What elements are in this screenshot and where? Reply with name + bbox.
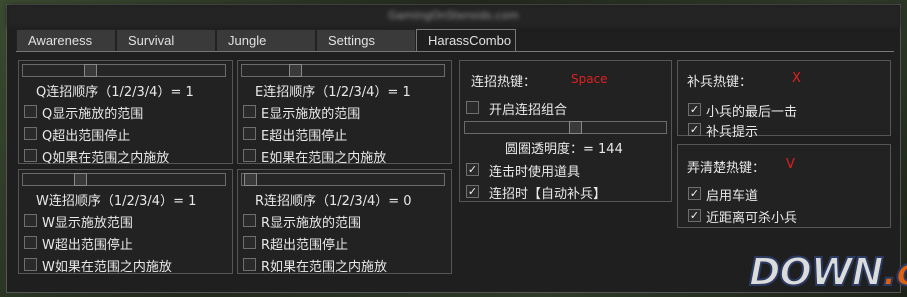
lasthit-hotkey-value[interactable]: X: [792, 71, 801, 86]
down-cc-watermark: DOWN.cc: [748, 249, 907, 295]
lasthit-hint-label: 补兵提示: [706, 125, 759, 140]
auto-lasthit-label: 连招时【自动补兵】: [489, 187, 607, 202]
q-stop-out-range-label: Q超出范围停止: [42, 129, 131, 144]
r-stop-out-range-checkbox[interactable]: [243, 236, 256, 249]
circle-opacity-slider-thumb[interactable]: [569, 121, 582, 134]
w-show-range-checkbox[interactable]: [24, 214, 37, 227]
near-killable-checkbox[interactable]: ✓: [688, 209, 701, 222]
q-stop-out-range-checkbox[interactable]: [24, 127, 37, 140]
tab-survival[interactable]: Survival: [116, 29, 216, 51]
q-panel: Q连招顺序（1/2/3/4）= 1 Q显示施放的范围 Q超出范围停止 Q如果在范…: [18, 60, 233, 166]
q-order-label: Q连招顺序（1/2/3/4）= 1: [36, 85, 194, 100]
window-title: GamingOnSteroids.com: [7, 5, 900, 27]
last-hit-minion-label: 小兵的最后一击: [706, 105, 798, 120]
q-order-slider[interactable]: [22, 64, 226, 77]
q-show-range-label: Q显示施放的范围: [42, 107, 144, 122]
r-order-slider-thumb[interactable]: [244, 173, 257, 186]
auto-lasthit-checkbox[interactable]: ✓: [466, 185, 479, 198]
tab-settings[interactable]: Settings: [316, 29, 416, 51]
r-cast-in-range-label: R如果在范围之内施放: [261, 260, 388, 275]
watermark-main: DOWN: [748, 249, 885, 295]
lasthit-hotkey-label: 补兵热键：: [687, 75, 753, 90]
q-show-range-checkbox[interactable]: [24, 105, 37, 118]
combo-hotkey-value[interactable]: Space: [571, 72, 608, 86]
enable-combo-checkbox[interactable]: [466, 101, 479, 114]
enable-lane-checkbox[interactable]: ✓: [688, 187, 701, 200]
w-cast-in-range-label: W如果在范围之内施放: [42, 260, 172, 275]
lasthit-hint-checkbox[interactable]: ✓: [688, 123, 701, 136]
tab-jungle[interactable]: Jungle: [216, 29, 316, 51]
enable-combo-label: 开启连招组合: [489, 103, 568, 118]
tab-bar: Awareness Survival Jungle Settings Haras…: [16, 29, 516, 51]
use-items-label: 连击时使用道具: [489, 165, 581, 180]
laneclear-hotkey-label: 弄清楚热键：: [687, 161, 766, 176]
w-cast-in-range-checkbox[interactable]: [24, 258, 37, 271]
e-show-range-checkbox[interactable]: [243, 105, 256, 118]
e-cast-in-range-checkbox[interactable]: [243, 149, 256, 162]
r-order-slider[interactable]: [241, 173, 445, 186]
w-order-label: W连招顺序（1/2/3/4）= 1: [36, 194, 197, 209]
laneclear-panel: 弄清楚热键： V ✓ 启用车道 ✓ 近距离可杀小兵: [677, 144, 891, 228]
w-stop-out-range-label: W超出范围停止: [42, 238, 133, 253]
tab-harasscombo[interactable]: HarassCombo: [416, 29, 516, 51]
e-stop-out-range-label: E超出范围停止: [261, 129, 348, 144]
e-cast-in-range-label: E如果在范围之内施放: [261, 151, 387, 166]
e-show-range-label: E显示施放的范围: [261, 107, 361, 122]
w-panel: W连招顺序（1/2/3/4）= 1 W显示施放范围 W超出范围停止 W如果在范围…: [18, 169, 233, 275]
laneclear-hotkey-value[interactable]: V: [786, 157, 795, 172]
e-stop-out-range-checkbox[interactable]: [243, 127, 256, 140]
e-panel: E连招顺序（1/2/3/4）= 1 E显示施放的范围 E超出范围停止 E如果在范…: [237, 60, 452, 166]
lasthit-panel: 补兵热键： X ✓ 小兵的最后一击 ✓ 补兵提示: [677, 60, 891, 140]
w-show-range-label: W显示施放范围: [42, 216, 133, 231]
w-order-slider[interactable]: [22, 173, 226, 186]
q-cast-in-range-checkbox[interactable]: [24, 149, 37, 162]
w-stop-out-range-checkbox[interactable]: [24, 236, 37, 249]
w-order-slider-thumb[interactable]: [74, 173, 87, 186]
enable-lane-label: 启用车道: [706, 189, 759, 204]
tab-awareness[interactable]: Awareness: [16, 29, 116, 51]
r-show-range-checkbox[interactable]: [243, 214, 256, 227]
circle-opacity-slider[interactable]: [464, 121, 667, 134]
e-order-label: E连招顺序（1/2/3/4）= 1: [255, 85, 411, 100]
e-order-slider[interactable]: [241, 64, 445, 77]
combo-panel: 连招热键： Space 开启连招组合 圆圈透明度：= 144 ✓ 连击时使用道具…: [459, 60, 672, 202]
near-killable-label: 近距离可杀小兵: [706, 211, 798, 226]
combo-hotkey-label: 连招热键：: [471, 75, 537, 90]
watermark-suffix: .cc: [882, 249, 907, 295]
r-order-label: R连招顺序（1/2/3/4）= 0: [255, 194, 412, 209]
r-stop-out-range-label: R超出范围停止: [261, 238, 349, 253]
r-cast-in-range-checkbox[interactable]: [243, 258, 256, 271]
last-hit-minion-checkbox[interactable]: ✓: [688, 103, 701, 116]
q-cast-in-range-label: Q如果在范围之内施放: [42, 151, 170, 166]
r-show-range-label: R显示施放的范围: [261, 216, 362, 231]
q-order-slider-thumb[interactable]: [84, 64, 97, 77]
use-items-checkbox[interactable]: ✓: [466, 163, 479, 176]
e-order-slider-thumb[interactable]: [289, 64, 302, 77]
r-panel: R连招顺序（1/2/3/4）= 0 R显示施放的范围 R超出范围停止 R如果在范…: [237, 169, 452, 275]
circle-opacity-label: 圆圈透明度：= 144: [505, 142, 623, 157]
